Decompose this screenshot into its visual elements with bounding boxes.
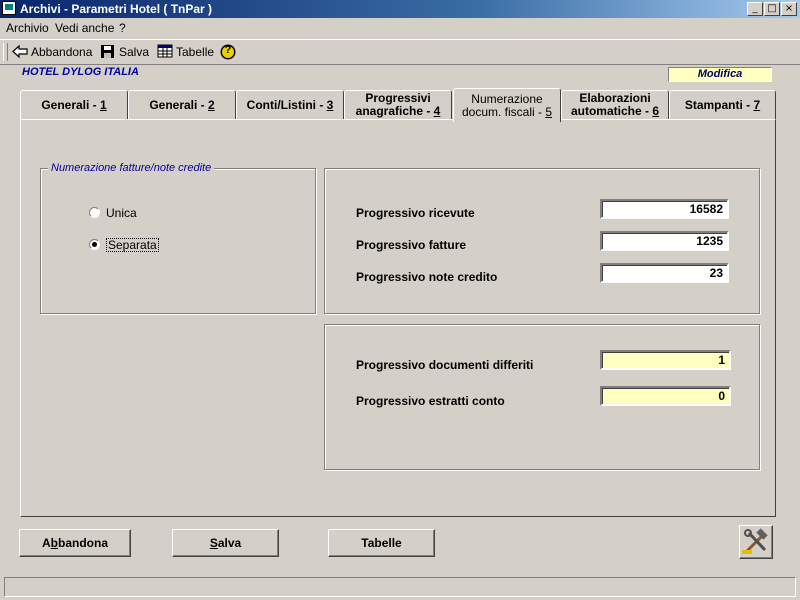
tab-hotkey: 3	[326, 97, 334, 112]
window-title: Archivi - Parametri Hotel ( TnPar )	[20, 2, 213, 16]
abbandona-label-post: bandona	[58, 536, 108, 550]
abbandona-button[interactable]: Abbandona	[19, 529, 131, 557]
toolbar-abbandona-label: Abbandona	[31, 44, 93, 59]
status-bar	[4, 577, 796, 597]
radio-separata-label: Separata	[106, 238, 159, 252]
close-button[interactable]: ×	[781, 2, 797, 16]
tab-label-line2: docum. fiscali -	[461, 104, 546, 119]
radio-unica-label: Unica	[106, 206, 137, 220]
menu-help[interactable]: ?	[119, 21, 126, 35]
mode-badge: Modifica	[668, 67, 772, 82]
salva-label-post: alva	[217, 536, 242, 550]
tab-label: Generali -	[41, 97, 100, 112]
progressivo-estratti-conto-label: Progressivo estratti conto	[356, 394, 505, 408]
tab-hotkey: 6	[652, 104, 660, 118]
tab-progressivi-anagrafiche-4[interactable]: Progressivi anagrafiche - 4	[344, 90, 452, 120]
progressivo-fatture-label: Progressivo fatture	[356, 238, 467, 252]
tabelle-button[interactable]: Tabelle	[328, 529, 435, 557]
toolbar-salva-label: Salva	[119, 44, 150, 59]
tab-label: Generali -	[149, 97, 208, 112]
numerazione-group-label: Numerazione fatture/note credite	[48, 162, 215, 174]
back-arrow-icon	[12, 44, 28, 59]
radio-unica-indicator[interactable]	[89, 207, 100, 218]
tabelle-label: Tabelle	[361, 536, 402, 550]
tab-hotkey: 1	[100, 97, 107, 112]
progressivo-documenti-differiti-label: Progressivo documenti differiti	[356, 358, 534, 372]
tab-label-line2: automatiche -	[570, 104, 653, 118]
floppy-disk-icon	[100, 44, 116, 59]
minimize-button[interactable]: _	[747, 2, 763, 16]
tab-conti-listini-3[interactable]: Conti/Listini - 3	[236, 90, 344, 120]
tools-button[interactable]	[739, 525, 773, 559]
help-question-mark: ?	[224, 44, 232, 56]
tab-label-line1: Progressivi	[365, 91, 431, 105]
radio-separata-indicator[interactable]	[89, 239, 100, 250]
tab-generali-1[interactable]: Generali - 1	[20, 90, 128, 120]
tab-hotkey: 7	[753, 97, 761, 112]
progressivo-ricevute-field[interactable]: 16582	[600, 199, 729, 219]
maximize-button[interactable]: □	[764, 2, 780, 16]
toolbar-tabelle-button[interactable]: Tabelle	[157, 44, 214, 59]
progressivo-ricevute-label: Progressivo ricevute	[356, 206, 475, 220]
title-bar: Archivi - Parametri Hotel ( TnPar ) _ □ …	[0, 0, 800, 18]
menu-vedi-anche[interactable]: Vedi anche	[55, 21, 114, 35]
tab-generali-2[interactable]: Generali - 2	[128, 90, 236, 120]
hotel-name: HOTEL DYLOG ITALIA	[22, 66, 139, 78]
menu-bar: Archivio Vedi anche ?	[0, 19, 800, 37]
menu-archivio[interactable]: Archivio	[6, 21, 49, 35]
tab-numerazione-docum-fiscali-5[interactable]: Numerazione docum. fiscali - 5	[453, 88, 561, 122]
toolbar-tabelle-label: Tabelle	[176, 44, 215, 59]
tab-hotkey: 2	[208, 97, 215, 112]
toolbar-salva-button[interactable]: Salva	[100, 44, 149, 59]
toolbar-abbandona-button[interactable]: Abbandona	[12, 44, 92, 59]
toolbar: Abbandona Salva Tabelle	[0, 39, 800, 65]
tab-stampanti-7[interactable]: Stampanti - 7	[669, 90, 776, 120]
tab-label-line1: Elaborazioni	[579, 91, 651, 105]
tab-hotkey: 5	[545, 104, 553, 119]
salva-button[interactable]: Salva	[172, 529, 279, 557]
abbandona-label-pre: A	[41, 536, 51, 550]
tab-hotkey: 4	[433, 104, 441, 118]
tab-elaborazioni-automatiche-6[interactable]: Elaborazioni automatiche - 6	[561, 90, 669, 120]
tab-panel: Numerazione fatture/note credite Unica S…	[20, 119, 776, 517]
hammer-wrench-icon	[742, 528, 770, 565]
table-grid-icon	[157, 44, 173, 59]
progressivo-fatture-field[interactable]: 1235	[600, 231, 729, 251]
radio-unica[interactable]: Unica	[89, 206, 179, 222]
progressivo-note-credito-field[interactable]: 23	[600, 263, 729, 283]
tab-label-line2: anagrafiche -	[355, 104, 434, 118]
tab-label: Conti/Listini -	[246, 97, 327, 112]
abbandona-hotkey: b	[50, 536, 58, 550]
progressivo-note-credito-label: Progressivo note credito	[356, 270, 498, 284]
tab-label-line1: Numerazione	[471, 91, 543, 106]
tab-label: Stampanti -	[684, 97, 754, 112]
progressivo-documenti-differiti-field[interactable]: 1	[600, 350, 731, 370]
progressivo-estratti-conto-field[interactable]: 0	[600, 386, 731, 406]
salva-hotkey: S	[209, 536, 218, 550]
radio-separata[interactable]: Separata	[89, 238, 179, 254]
toolbar-grip	[3, 43, 8, 61]
app-icon	[2, 1, 16, 15]
